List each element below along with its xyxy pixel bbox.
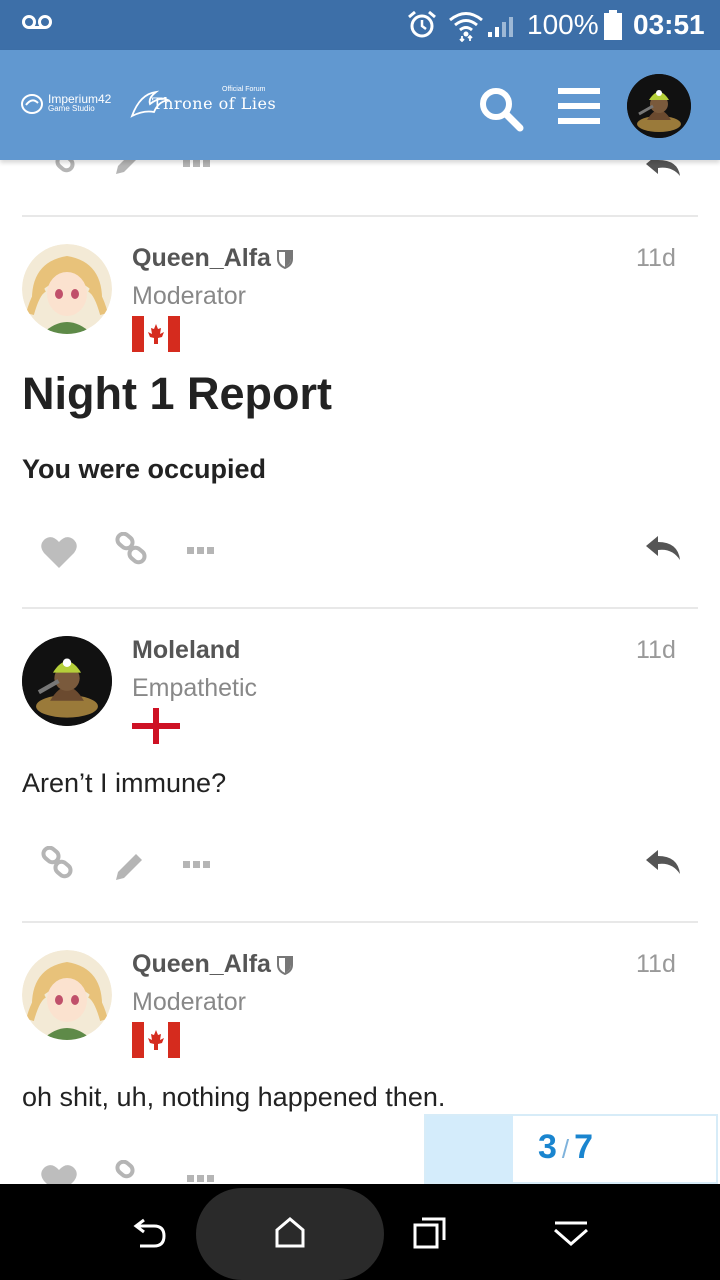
like-heart-icon[interactable] xyxy=(40,536,78,570)
post-username[interactable]: Queen_Alfa xyxy=(132,244,293,273)
post-username[interactable]: Queen_Alfa xyxy=(132,950,293,979)
post-date[interactable]: 11d xyxy=(636,636,676,665)
post-actions xyxy=(22,846,698,896)
more-options-icon[interactable] xyxy=(186,1160,216,1184)
official-forum-tag: Official Forum xyxy=(222,86,266,93)
more-options-icon[interactable] xyxy=(182,846,212,876)
canada-flag xyxy=(132,1022,180,1058)
back-icon[interactable] xyxy=(132,1216,168,1250)
signal-icon xyxy=(488,17,513,37)
england-flag xyxy=(132,708,180,744)
alarm-icon xyxy=(408,10,436,38)
post-date[interactable]: 11d xyxy=(636,950,676,979)
like-heart-icon[interactable] xyxy=(40,1164,78,1184)
more-options-icon[interactable] xyxy=(186,532,216,562)
battery-icon xyxy=(604,10,622,40)
moderator-shield-icon xyxy=(276,250,293,269)
progress-total: 7 xyxy=(574,1128,594,1166)
wifi-icon xyxy=(449,12,483,42)
battery-percent: 100% xyxy=(527,9,599,40)
post-divider xyxy=(22,921,698,923)
topic-progress[interactable]: 3/7 xyxy=(424,1114,718,1184)
progress-current: 3 xyxy=(538,1128,557,1166)
clock: 03:51 xyxy=(633,9,705,40)
hide-nav-chevron-icon[interactable] xyxy=(552,1220,590,1248)
post-heading: Night 1 Report xyxy=(22,368,332,419)
edit-pencil-icon[interactable] xyxy=(110,846,146,886)
link-icon[interactable] xyxy=(114,1160,150,1184)
status-bar: 100% 03:51 xyxy=(0,0,720,50)
elf-girl-avatar-image xyxy=(22,950,112,1040)
forum-header: Imperium42 Game Studio Official Forum Th… xyxy=(0,50,720,160)
studio-subtitle: Game Studio xyxy=(48,104,95,113)
post-body: Aren’t I immune? xyxy=(22,768,227,798)
current-user-avatar[interactable] xyxy=(627,74,691,138)
user-title: Moderator xyxy=(132,282,246,310)
post-bold-text: You were occupied xyxy=(22,454,267,484)
username-link[interactable]: Queen_Alfa xyxy=(132,950,271,978)
post-divider xyxy=(22,607,698,609)
canada-flag xyxy=(132,316,180,352)
reply-arrow-icon[interactable] xyxy=(644,846,682,886)
post-body: oh shit, uh, nothing happened then. xyxy=(22,1082,446,1112)
progress-counter: 3/7 xyxy=(538,1128,593,1167)
elf-girl-avatar-image xyxy=(22,244,112,334)
user-avatar-moleland[interactable] xyxy=(22,636,112,726)
imperium-swirl-icon xyxy=(21,94,43,114)
reply-arrow-icon[interactable] xyxy=(644,532,682,572)
hamburger-menu-icon[interactable] xyxy=(556,86,602,126)
recent-apps-icon[interactable] xyxy=(412,1216,448,1250)
link-icon[interactable] xyxy=(40,846,76,886)
mole-miner-avatar-image xyxy=(22,636,112,726)
search-icon[interactable] xyxy=(476,84,524,132)
link-icon[interactable] xyxy=(114,532,150,572)
android-nav-bar xyxy=(0,1184,720,1280)
post-date[interactable]: 11d xyxy=(636,244,676,273)
progress-fill xyxy=(426,1116,513,1182)
user-avatar-queen-alfa[interactable] xyxy=(22,950,112,1040)
voicemail-icon xyxy=(22,15,52,29)
mole-miner-avatar-image xyxy=(627,74,691,138)
username-link[interactable]: Queen_Alfa xyxy=(132,244,271,272)
post-actions xyxy=(22,532,698,582)
user-title: Moderator xyxy=(132,988,246,1016)
post-username[interactable]: Moleland xyxy=(132,636,240,665)
user-avatar-queen-alfa[interactable] xyxy=(22,244,112,334)
user-title: Empathetic xyxy=(132,674,258,702)
forum-title: Throne of Lies xyxy=(152,94,277,113)
home-icon[interactable] xyxy=(274,1216,306,1248)
progress-separator: / xyxy=(561,1134,570,1164)
post-divider xyxy=(22,215,698,217)
username-link[interactable]: Moleland xyxy=(132,636,240,664)
moderator-shield-icon xyxy=(276,956,293,975)
